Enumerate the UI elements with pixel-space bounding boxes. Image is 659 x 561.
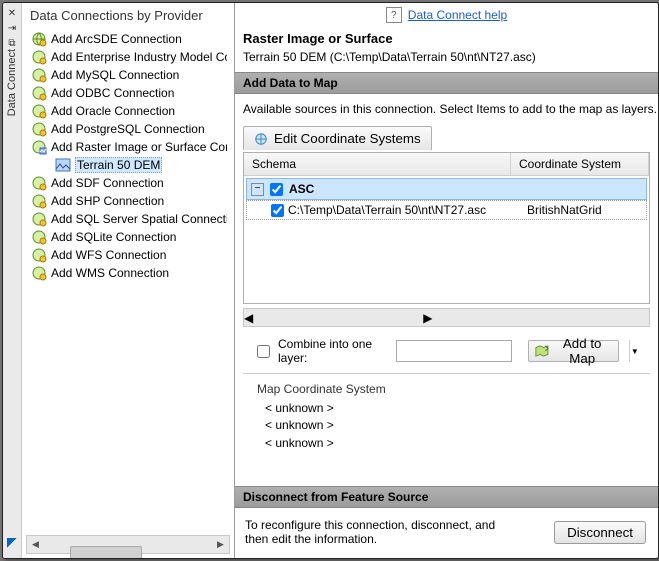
combine-checkbox[interactable] [257,345,270,358]
tree-item-sqlserver[interactable]: Add SQL Server Spatial Connection [29,210,227,228]
db-globe-icon [31,67,47,83]
tree-item-enterprise[interactable]: Add Enterprise Industry Model Connection [29,48,227,66]
add-to-map-button[interactable]: Add to Map [528,340,619,362]
tree-label: Add PostgreSQL Connection [51,122,205,136]
db-globe-icon [31,265,47,281]
panel-title-vertical: Data Connect [6,49,18,116]
tree-hscrollbar[interactable]: ◀ ▶ [26,535,230,554]
tree-label: Add ODBC Connection [51,86,174,100]
chevron-down-icon: ▼ [631,347,639,356]
tree-item-arcsde[interactable]: Add ArcSDE Connection [29,30,227,48]
add-to-map-icon [535,344,549,358]
options-icon[interactable]: ⧉ [6,37,18,49]
group-label: ASC [289,182,646,196]
row-checkbox[interactable] [271,204,284,217]
map-cs-value-2: < unknown > [265,417,644,434]
raster-image-icon [55,157,71,173]
edit-cs-label: Edit Coordinate Systems [274,131,421,146]
combine-layer-name-input[interactable] [396,340,512,362]
raster-globe-icon [31,139,47,155]
connection-type-title: Raster Image or Surface [235,29,658,48]
provider-tree: Add ArcSDE Connection Add Enterprise Ind… [26,26,230,535]
sources-grid: Schema Coordinate System − ASC C:\Temp\D… [243,152,650,304]
tree-label: Add WMS Connection [51,266,169,280]
tree-item-postgresql[interactable]: Add PostgreSQL Connection [29,120,227,138]
tree-label: Add Raster Image or Surface Connection [51,140,227,154]
available-sources-text: Available sources in this connection. Se… [235,94,658,126]
close-icon[interactable]: ✕ [6,7,18,19]
scroll-left-arrow-icon[interactable]: ◀ [244,311,253,325]
scroll-left-arrow-icon[interactable]: ◀ [27,537,44,552]
db-globe-icon [31,103,47,119]
grid-header-schema[interactable]: Schema [244,153,511,175]
group-checkbox[interactable] [270,183,283,196]
help-link[interactable]: Data Connect help [408,8,507,22]
tree-label: Add Oracle Connection [51,104,175,118]
add-to-map-dropdown[interactable]: ▼ [629,340,640,362]
tree-label: Add WFS Connection [51,248,166,262]
add-to-map-label: Add to Map [553,336,612,366]
tree-label: Add SHP Connection [51,194,164,208]
tree-item-sqlite[interactable]: Add SQLite Connection [29,228,227,246]
grid-header-cs[interactable]: Coordinate System [511,153,649,175]
tree-label: Add Enterprise Industry Model Connection [51,50,227,64]
db-globe-icon [31,121,47,137]
tree-label-selected: Terrain 50 DEM [75,157,162,173]
left-panel-title: Data Connections by Provider [22,3,234,26]
tree-item-raster[interactable]: Add Raster Image or Surface Connection [29,138,227,156]
tree-label: Add SDF Connection [51,176,164,190]
db-globe-icon [31,85,47,101]
tree-item-odbc[interactable]: Add ODBC Connection [29,84,227,102]
app-logo-corner [7,538,17,548]
map-cs-value-1: < unknown > [265,400,644,417]
tree-item-sdf[interactable]: Add SDF Connection [29,174,227,192]
row-cs: BritishNatGrid [521,203,646,217]
tree-label: Add SQL Server Spatial Connection [51,212,227,226]
db-globe-icon [31,49,47,65]
disconnect-description: To reconfigure this connection, disconne… [245,518,515,546]
tree-item-wms[interactable]: Add WMS Connection [29,264,227,282]
tree-item-shp[interactable]: Add SHP Connection [29,192,227,210]
section-add-data: Add Data to Map [235,72,658,94]
db-globe-icon [31,193,47,209]
tree-label: Add ArcSDE Connection [51,32,182,46]
map-cs-value-3: < unknown > [265,435,644,452]
db-globe-icon [31,229,47,245]
connection-path: Terrain 50 DEM (C:\Temp\Data\Terrain 50\… [235,48,658,72]
map-cs-label: Map Coordinate System [257,382,644,396]
tree-label: Add SQLite Connection [51,230,176,244]
row-path: C:\Temp\Data\Terrain 50\nt\NT27.asc [288,203,486,217]
tree-label: Add MySQL Connection [51,68,179,82]
pin-icon[interactable]: ⇥ [6,22,18,34]
scroll-right-arrow-icon[interactable]: ▶ [212,537,229,552]
db-globe-icon [31,175,47,191]
edit-coordinate-systems-button[interactable]: Edit Coordinate Systems [243,126,432,150]
db-globe-icon [31,211,47,227]
collapse-icon[interactable]: − [251,183,264,196]
grid-hscrollbar[interactable]: ◀ ▶ [243,308,650,327]
db-globe-icon [31,31,47,47]
combine-label: Combine into one layer: [278,337,388,365]
disconnect-button[interactable]: Disconnect [554,521,646,544]
db-globe-icon [31,247,47,263]
help-icon[interactable]: ? [386,7,402,23]
globe-icon [254,132,268,146]
tree-item-terrain-50-dem[interactable]: Terrain 50 DEM [29,156,227,174]
grid-data-row[interactable]: C:\Temp\Data\Terrain 50\nt\NT27.asc Brit… [246,200,647,220]
section-disconnect: Disconnect from Feature Source [235,486,658,508]
tree-item-oracle[interactable]: Add Oracle Connection [29,102,227,120]
scroll-right-arrow-icon[interactable]: ▶ [423,311,432,325]
tree-item-wfs[interactable]: Add WFS Connection [29,246,227,264]
grid-group-row[interactable]: − ASC [246,178,647,200]
tree-item-mysql[interactable]: Add MySQL Connection [29,66,227,84]
